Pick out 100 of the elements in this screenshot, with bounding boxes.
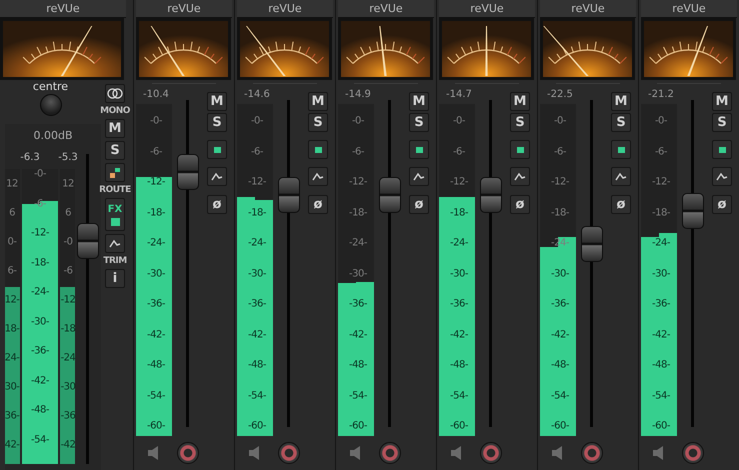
monitor-button[interactable] xyxy=(207,140,227,159)
phase-button[interactable]: ø xyxy=(611,195,631,214)
scale-label: -18- xyxy=(349,207,367,218)
scale-label: -24- xyxy=(652,238,670,248)
scale-label: -24- xyxy=(349,238,367,248)
scale-label: -18- xyxy=(31,257,49,268)
scale-label: -6- xyxy=(250,146,264,157)
automation-button[interactable] xyxy=(712,167,732,186)
speaker-icon[interactable] xyxy=(249,446,261,460)
peak-readout: -5.3 xyxy=(58,152,78,165)
envelope-icon xyxy=(413,172,425,182)
phase-button[interactable]: ø xyxy=(308,195,328,214)
section-label: ROUTE xyxy=(99,185,131,195)
automation-button[interactable] xyxy=(510,167,530,186)
scale-label: -36- xyxy=(551,298,569,310)
scale-label: -48- xyxy=(652,360,670,370)
level-readout: -14.6 xyxy=(243,88,271,102)
phase-button[interactable]: ø xyxy=(409,195,429,214)
scale-label: 24- xyxy=(4,352,20,364)
scale-label: -18- xyxy=(147,207,165,218)
peak-readout: -6.3 xyxy=(20,152,40,165)
scale-label: -6- xyxy=(654,146,668,157)
scale-label: -0- xyxy=(34,168,46,180)
fx-button[interactable]: FX xyxy=(105,198,125,231)
section-label: MONO xyxy=(100,106,130,116)
fader-handle[interactable] xyxy=(682,193,704,230)
scale-label: -12- xyxy=(31,228,49,238)
solo-button[interactable]: S xyxy=(510,113,530,132)
automation-button[interactable] xyxy=(207,167,227,186)
plugin-title: reVUe xyxy=(540,0,636,18)
stereo-button[interactable] xyxy=(105,84,125,103)
phase-button[interactable]: ø xyxy=(207,195,227,214)
mute-button[interactable]: M xyxy=(712,92,732,111)
scale-label: -0- xyxy=(352,116,364,126)
phase-button[interactable]: ø xyxy=(510,195,530,214)
level-readout: -14.7 xyxy=(445,88,473,102)
record-button[interactable] xyxy=(682,442,704,464)
automation-button[interactable] xyxy=(409,167,429,186)
scale-label: -42- xyxy=(450,329,468,340)
monitor-button[interactable] xyxy=(712,140,732,159)
record-button[interactable] xyxy=(278,442,300,464)
solo-button[interactable]: S xyxy=(105,141,125,160)
envelope-icon xyxy=(615,172,627,182)
record-button[interactable] xyxy=(177,442,199,464)
pan-knob[interactable] xyxy=(40,94,62,116)
solo-button[interactable]: S xyxy=(409,113,429,132)
solo-button[interactable]: S xyxy=(712,113,732,132)
record-button[interactable] xyxy=(581,442,603,464)
fader-handle[interactable] xyxy=(176,154,198,190)
speaker-icon[interactable] xyxy=(148,446,160,460)
solo-button[interactable]: S xyxy=(308,113,328,132)
scale-label: -36- xyxy=(652,298,670,310)
envelope-icon xyxy=(716,172,728,182)
fader-handle[interactable] xyxy=(378,176,400,213)
automation-button[interactable] xyxy=(308,167,328,186)
scale-label: -60- xyxy=(551,420,569,432)
fader-handle[interactable] xyxy=(76,222,98,259)
speaker-icon[interactable] xyxy=(552,446,564,460)
monitor-button[interactable] xyxy=(611,140,631,159)
mute-button[interactable]: M xyxy=(409,92,429,111)
monitor-button[interactable] xyxy=(510,140,530,159)
scale-label: -18- xyxy=(248,207,266,218)
phase-button[interactable]: ø xyxy=(712,195,732,214)
mute-button[interactable]: M xyxy=(105,119,125,138)
mute-button[interactable]: M xyxy=(611,92,631,111)
record-button[interactable] xyxy=(379,442,401,464)
scale-label: -0 xyxy=(64,236,72,248)
monitor-button[interactable] xyxy=(308,140,328,159)
mute-button[interactable]: M xyxy=(510,92,530,111)
scale-label: -0- xyxy=(452,116,466,126)
automation-button[interactable] xyxy=(105,234,125,253)
fader-handle[interactable] xyxy=(580,226,602,262)
mute-button[interactable]: M xyxy=(308,92,328,111)
envelope-icon xyxy=(211,172,223,182)
scale-label: -60- xyxy=(450,420,468,432)
scale-label: -36- xyxy=(31,346,49,356)
scale-label: -18- xyxy=(652,207,670,218)
monitor-button[interactable] xyxy=(409,140,429,159)
record-button[interactable] xyxy=(480,442,502,464)
level-readout: -22.5 xyxy=(546,88,574,102)
scale-label: -6- xyxy=(554,146,566,157)
scale-label: -48- xyxy=(248,360,266,370)
scale-label: -60- xyxy=(349,420,367,432)
speaker-icon[interactable] xyxy=(653,446,665,460)
scale-label: 0- xyxy=(8,236,16,248)
route-button[interactable] xyxy=(105,163,125,182)
info-button[interactable]: i xyxy=(105,269,125,288)
plugin-title: reVUe xyxy=(136,0,232,18)
scale-label: -18- xyxy=(551,207,569,218)
fader-handle[interactable] xyxy=(278,176,300,213)
scale-label: -0- xyxy=(150,116,162,126)
solo-button[interactable]: S xyxy=(611,113,631,132)
automation-button[interactable] xyxy=(611,167,631,186)
solo-button[interactable]: S xyxy=(207,113,227,132)
scale-label: -6- xyxy=(452,146,466,157)
mute-button[interactable]: M xyxy=(207,92,227,111)
speaker-icon[interactable] xyxy=(350,446,362,460)
speaker-icon[interactable] xyxy=(451,446,463,460)
fader-handle[interactable] xyxy=(480,176,502,213)
gain-readout: 0.00dB xyxy=(32,129,74,142)
